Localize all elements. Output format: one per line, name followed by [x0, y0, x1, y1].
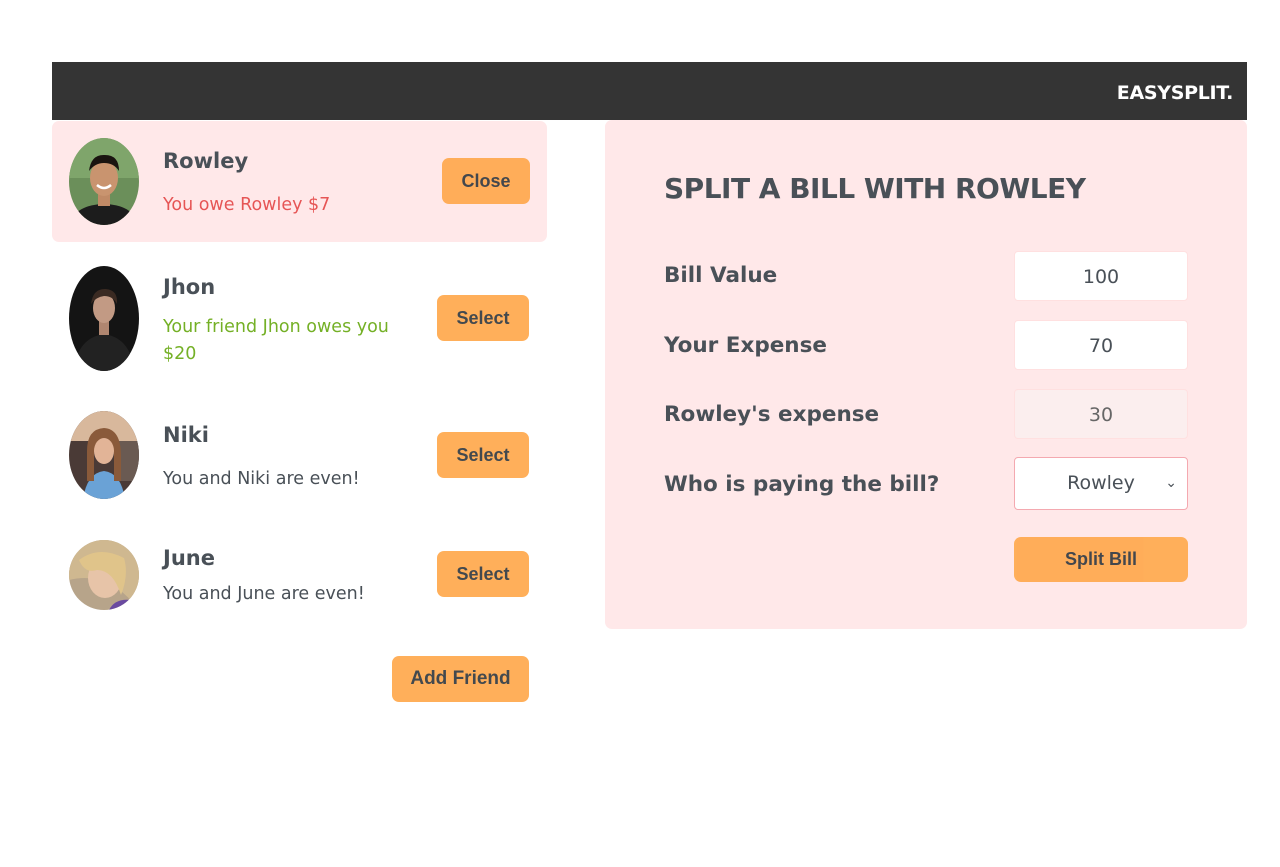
- friend-expense-label: Rowley's expense: [664, 402, 880, 427]
- add-friend-button[interactable]: Add Friend: [392, 656, 529, 702]
- split-bill-button[interactable]: Split Bill: [1014, 537, 1188, 582]
- chevron-down-icon: ⌄: [1165, 475, 1177, 491]
- payer-select-value: Rowley: [1067, 472, 1135, 494]
- friend-name: June: [163, 546, 215, 570]
- friend-item-rowley[interactable]: Rowley You owe Rowley $7 Close: [52, 121, 547, 242]
- friend-name: Niki: [163, 423, 209, 447]
- select-button[interactable]: Select: [437, 551, 529, 597]
- friend-balance-status: You and Niki are even!: [163, 469, 360, 489]
- avatar: [69, 411, 139, 499]
- friend-expense-input: 30: [1014, 389, 1188, 439]
- top-bar: EASYSPLIT.: [52, 62, 1247, 120]
- friend-name: Jhon: [163, 275, 216, 299]
- friend-item-june[interactable]: June You and June are even! Select: [52, 530, 547, 620]
- payer-select[interactable]: Rowley ⌄: [1014, 457, 1188, 510]
- form-title: SPLIT A BILL WITH ROWLEY: [664, 172, 1086, 205]
- your-expense-input[interactable]: 70: [1014, 320, 1188, 370]
- app-logo: EASYSPLIT.: [1116, 82, 1234, 104]
- bill-value-label: Bill Value: [664, 263, 778, 288]
- friend-name: Rowley: [163, 149, 249, 173]
- payer-label: Who is paying the bill?: [664, 472, 940, 497]
- bill-value-input[interactable]: 100: [1014, 251, 1188, 301]
- friend-item-jhon[interactable]: Jhon Your friend Jhon owes you $20 Selec…: [52, 251, 547, 381]
- close-button[interactable]: Close: [442, 158, 530, 204]
- select-button[interactable]: Select: [437, 295, 529, 341]
- avatar: [69, 266, 139, 371]
- split-bill-form: SPLIT A BILL WITH ROWLEY Bill Value 100 …: [605, 120, 1247, 629]
- friend-item-niki[interactable]: Niki You and Niki are even! Select: [52, 400, 547, 510]
- friend-balance-status: You owe Rowley $7: [163, 195, 331, 215]
- your-expense-label: Your Expense: [664, 333, 827, 358]
- friend-balance-status: Your friend Jhon owes you $20: [163, 317, 389, 364]
- select-button[interactable]: Select: [437, 432, 529, 478]
- friend-balance-status: You and June are even!: [163, 584, 365, 604]
- avatar: [69, 540, 139, 610]
- avatar: [69, 138, 139, 225]
